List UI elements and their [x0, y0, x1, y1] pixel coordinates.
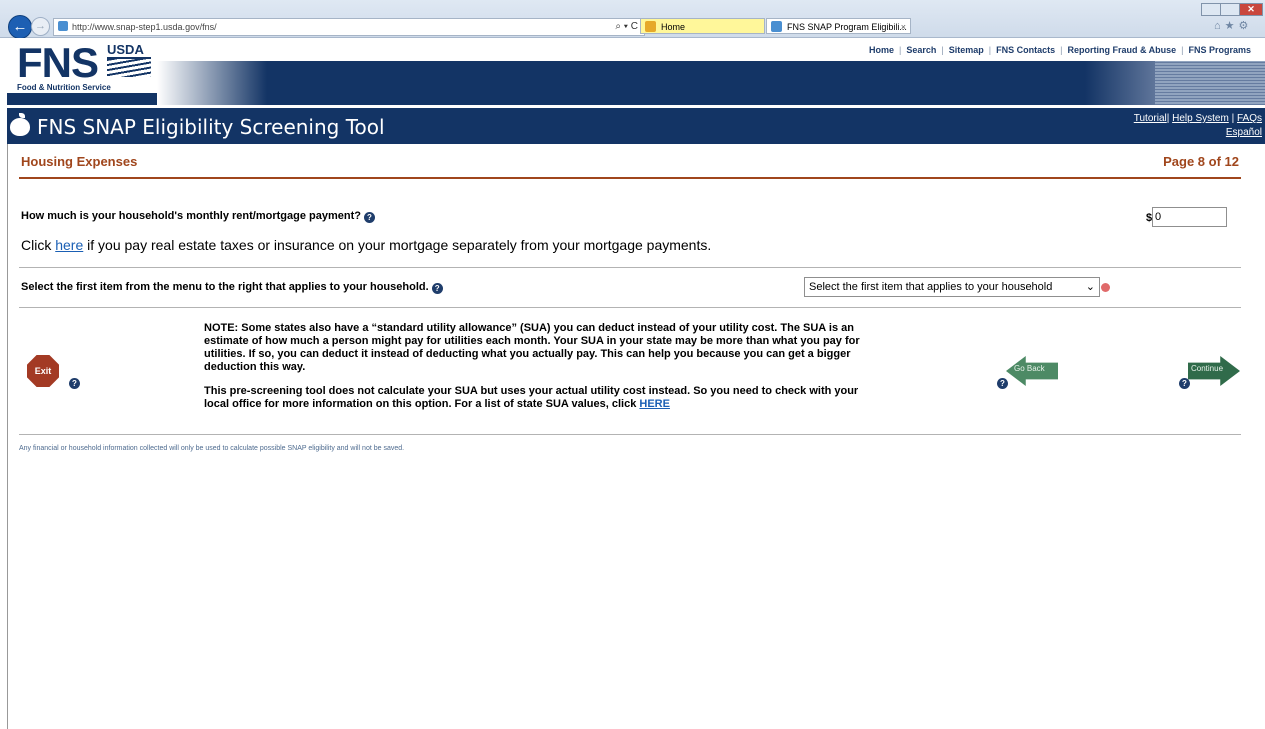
faqs-link[interactable]: FAQs	[1237, 113, 1262, 124]
banner-fade	[157, 61, 267, 105]
chevron-down-icon: ⌄	[1085, 281, 1095, 293]
privacy-footer: Any financial or household information c…	[19, 445, 405, 452]
sua-note: NOTE: Some states also have a “standard …	[204, 322, 874, 422]
top-link-reporting-fraud[interactable]: Reporting Fraud & Abuse	[1067, 45, 1176, 55]
page-tab-icon	[771, 21, 782, 32]
tutorial-link[interactable]: Tutorial	[1134, 113, 1167, 124]
fns-logo-caption: Food & Nutrition Service	[17, 83, 111, 92]
fns-logo-text: FNS	[17, 39, 99, 86]
tab-snap-label: FNS SNAP Program Eligibili...	[787, 22, 907, 32]
exit-button[interactable]: Exit	[27, 355, 59, 387]
browser-back-button[interactable]: ←	[8, 15, 32, 39]
sua-note-paragraph-2: This pre-screening tool does not calcula…	[204, 385, 859, 410]
divider	[19, 307, 1241, 308]
espanol-link[interactable]: Español	[1226, 127, 1262, 138]
rent-amount-input[interactable]	[1152, 207, 1227, 227]
exit-help-icon[interactable]: ?	[69, 378, 80, 389]
section-divider	[19, 177, 1241, 179]
sua-values-link[interactable]: HERE	[639, 398, 670, 410]
required-indicator-icon	[1101, 283, 1110, 292]
utility-links: Tutorial| Help System | FAQs Español	[1133, 113, 1262, 138]
utility-select-value: Select the first item that applies to yo…	[809, 281, 1053, 293]
go-back-label[interactable]: Go Back	[1014, 364, 1045, 373]
top-links: Home | Search | Sitemap | FNS Contacts | Reporti…	[869, 45, 1251, 55]
apple-icon	[10, 113, 30, 136]
divider	[19, 267, 1241, 268]
usda-wave-icon	[107, 59, 151, 77]
sua-note-paragraph: NOTE: Some states also have a “standard …	[204, 322, 860, 373]
close-tab-icon[interactable]: ×	[901, 19, 906, 35]
tax-insurance-line: Click here if you pay real estate taxes …	[21, 237, 712, 253]
tax-insurance-here-link[interactable]: here	[55, 237, 83, 253]
help-system-link[interactable]: Help System	[1172, 113, 1229, 124]
minimize-button[interactable]	[1201, 3, 1221, 16]
utility-help-icon[interactable]: ?	[431, 283, 443, 294]
top-link-search[interactable]: Search	[906, 45, 936, 55]
maximize-button[interactable]	[1220, 3, 1240, 16]
rent-help-icon[interactable]: ?	[364, 212, 375, 223]
top-link-home[interactable]: Home	[869, 45, 894, 55]
fns-logo[interactable]: FNS USDA Food & Nutrition Service	[7, 38, 157, 93]
tab-snap-program[interactable]: FNS SNAP Program Eligibili... ×	[766, 18, 911, 34]
page-left-border	[7, 144, 8, 729]
address-bar[interactable]: http://www.snap-step1.usda.gov/fns/ ⌕ ▾ …	[53, 18, 645, 36]
divider	[19, 434, 1241, 435]
browser-forward-button[interactable]: →	[31, 17, 50, 36]
usda-logo: USDA	[107, 43, 151, 77]
go-back-help-icon[interactable]: ?	[997, 378, 1008, 389]
fns-topbar: Home | Search | Sitemap | FNS Contacts | Reporti…	[7, 38, 1265, 61]
utility-question-label: Select the first item from the menu to t…	[21, 281, 429, 293]
tab-home-label: Home	[661, 22, 686, 32]
address-url: http://www.snap-step1.usda.gov/fns/	[72, 22, 217, 32]
home-tab-icon	[645, 21, 656, 32]
continue-help-icon[interactable]: ?	[1179, 378, 1190, 389]
browser-toolbar-icons[interactable]: ⌂★⚙	[1214, 19, 1252, 32]
close-window-button[interactable]: ✕	[1239, 3, 1263, 16]
browser-chrome: ← → http://www.snap-step1.usda.gov/fns/ …	[0, 0, 1265, 39]
banner-mesh-fade	[1085, 61, 1155, 105]
app-titlebar: FNS SNAP Eligibility Screening Tool Tuto…	[7, 108, 1265, 144]
top-link-fns-programs[interactable]: FNS Programs	[1188, 45, 1251, 55]
app-title: FNS SNAP Eligibility Screening Tool	[37, 115, 385, 139]
page-indicator: Page 8 of 12	[1163, 154, 1239, 169]
address-bar-controls[interactable]: ⌕ ▾ C	[615, 19, 638, 35]
continue-label[interactable]: Continue	[1191, 364, 1223, 373]
usda-logo-text: USDA	[107, 43, 151, 59]
site-favicon-icon	[58, 21, 68, 31]
tab-home[interactable]: Home	[640, 18, 765, 34]
banner-mesh	[1155, 61, 1265, 105]
top-link-sitemap[interactable]: Sitemap	[949, 45, 984, 55]
top-link-fns-contacts[interactable]: FNS Contacts	[996, 45, 1055, 55]
rent-question: How much is your household's monthly ren…	[21, 210, 375, 223]
rent-question-label: How much is your household's monthly ren…	[21, 210, 361, 222]
utility-question: Select the first item from the menu to t…	[21, 281, 443, 294]
utility-select[interactable]: Select the first item that applies to yo…	[804, 277, 1100, 297]
section-title: Housing Expenses	[21, 154, 138, 169]
